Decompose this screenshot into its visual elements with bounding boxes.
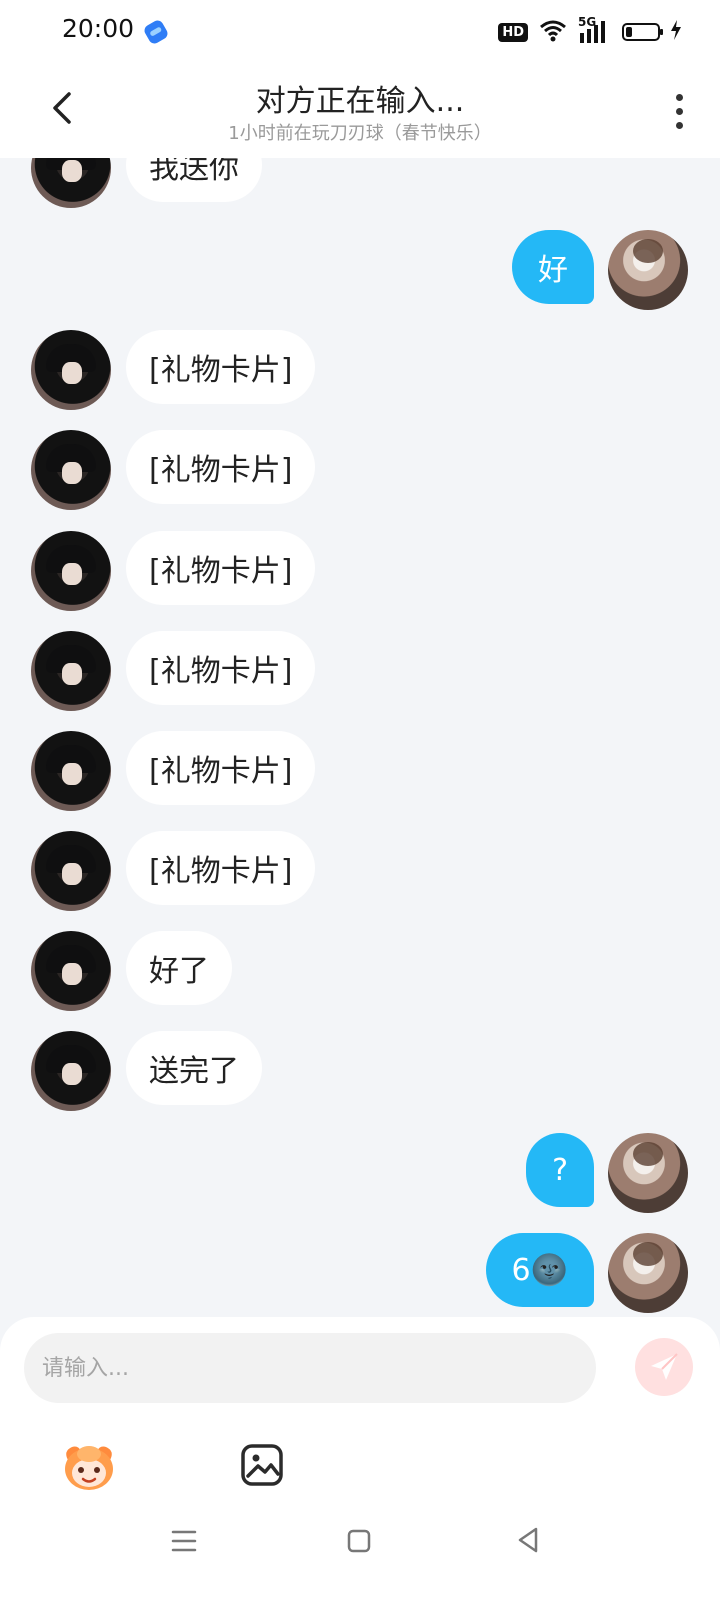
message-row: 好了 [0,931,720,1011]
message-bubble[interactable]: [礼物卡片] [126,631,316,705]
self-avatar[interactable] [608,1133,688,1213]
nav-menu-button[interactable] [170,1527,198,1555]
message-text: 送完了 [149,1054,239,1089]
charging-icon [670,19,682,45]
message-text: 好 [538,253,568,288]
nav-back-button[interactable] [514,1525,544,1555]
message-bubble[interactable]: [礼物卡片] [126,531,316,605]
message-bubble[interactable]: [礼物卡片] [126,831,316,905]
more-dot-icon [676,108,683,115]
contact-avatar[interactable] [31,631,111,711]
send-button[interactable] [635,1338,693,1396]
message-text: ? [552,1152,568,1188]
message-bubble[interactable]: [礼物卡片] [126,731,316,805]
contact-avatar[interactable] [31,430,111,510]
message-row: [礼物卡片] [0,330,720,410]
contact-avatar[interactable] [31,931,111,1011]
battery-icon [622,23,663,41]
message-row: 送完了 [0,1031,720,1111]
chat-message-list[interactable]: 我送你 好 [礼物卡片] [礼物卡片] [礼物卡片] [礼物卡片] [礼物卡片]… [0,158,720,1318]
more-dot-icon [676,94,683,101]
home-icon [347,1529,371,1553]
message-row: [礼物卡片] [0,731,720,811]
message-text: 我送你 [149,158,239,186]
message-text: [礼物卡片] [149,654,293,689]
nav-home-button[interactable] [345,1527,373,1555]
message-text: [礼物卡片] [149,554,293,589]
message-row: ? [0,1133,720,1213]
message-text: [礼物卡片] [149,754,293,789]
message-row: 好 [0,230,720,310]
signal-5g-icon: 5G [578,15,612,45]
message-bubble[interactable]: 6🌚 [485,1233,594,1307]
message-input[interactable] [24,1333,596,1403]
contact-avatar[interactable] [31,531,111,611]
contact-avatar[interactable] [31,1031,111,1111]
send-icon [651,1353,678,1380]
app-status-icon [142,18,170,46]
menu-icon [171,1530,197,1552]
message-row: [礼物卡片] [0,531,720,611]
message-bubble[interactable]: [礼物卡片] [126,430,316,504]
message-composer [0,1317,720,1612]
contact-avatar[interactable] [31,158,111,208]
more-options-button[interactable] [670,92,690,132]
chat-header: 对方正在输入... 1小时前在玩刀刃球（春节快乐） [0,66,720,158]
message-row: 6🌚 [0,1233,720,1313]
message-text: [礼物卡片] [149,854,293,889]
header-subtitle: 1小时前在玩刀刃球（春节快乐） [228,123,492,144]
gallery-button[interactable] [238,1441,286,1489]
message-row: [礼物卡片] [0,430,720,510]
system-icons: HD 5G [498,15,682,46]
message-text: 6🌚 [511,1252,568,1288]
self-avatar[interactable] [608,230,688,310]
monkey-emoji-icon [65,1446,113,1490]
message-bubble[interactable]: 好了 [126,931,232,1005]
message-bubble[interactable]: 送完了 [126,1031,262,1105]
message-bubble[interactable]: [礼物卡片] [126,330,316,404]
status-time: 20:00 [62,14,135,43]
message-bubble[interactable]: 我送你 [126,158,262,202]
message-text: [礼物卡片] [149,453,293,488]
hd-badge: HD [498,22,528,42]
message-bubble[interactable]: 好 [512,230,594,304]
message-text: 好了 [149,954,209,989]
message-row: [礼物卡片] [0,631,720,711]
message-bubble[interactable]: ? [526,1133,594,1207]
message-text: [礼物卡片] [149,353,293,388]
emoji-button[interactable] [60,1442,118,1494]
self-avatar[interactable] [608,1233,688,1313]
contact-avatar[interactable] [31,831,111,911]
header-title: 对方正在输入... [255,84,465,119]
image-icon [241,1444,283,1486]
status-bar: 20:00 HD 5G [0,0,720,66]
more-dot-icon [676,122,683,129]
contact-avatar[interactable] [31,731,111,811]
contact-avatar[interactable] [31,330,111,410]
back-triangle-icon [518,1527,538,1553]
message-row: [礼物卡片] [0,831,720,911]
wifi-icon [538,18,568,46]
message-row: 我送你 [0,158,720,208]
network-label: 5G [578,15,597,29]
